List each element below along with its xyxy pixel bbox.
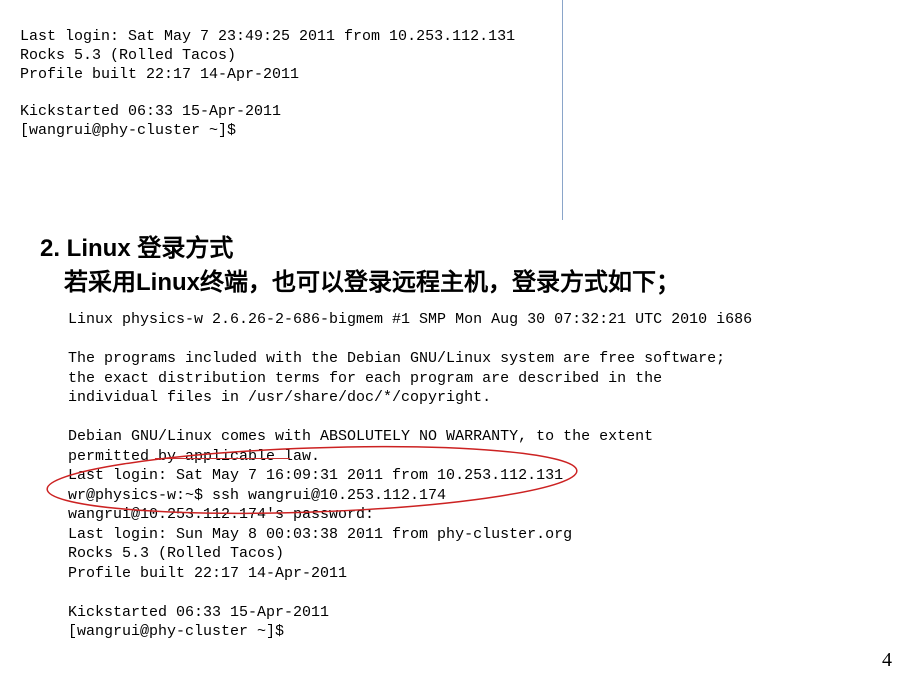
terminal-output-top: Last login: Sat May 7 23:49:25 2011 from… [20,28,515,141]
terminal-password-prompt: wangrui@10.253.112.174's password: [68,505,752,525]
terminal-line: Rocks 5.3 (Rolled Tacos) [68,544,752,564]
annotation-strike [155,458,290,459]
terminal-line: Debian GNU/Linux comes with ABSOLUTELY N… [68,427,752,447]
section-heading: 2. Linux 登录方式 [40,228,233,263]
terminal-ssh-command: wr@physics-w:~$ ssh wangrui@10.253.112.1… [68,486,752,506]
page-number: 4 [882,649,892,672]
terminal-line [20,84,515,103]
terminal-prompt: [wangrui@phy-cluster ~]$ [68,622,752,642]
terminal-line: Profile built 22:17 14-Apr-2011 [20,66,515,85]
terminal-line [68,330,752,350]
terminal-line: Kickstarted 06:33 15-Apr-2011 [68,603,752,623]
terminal-line: the exact distribution terms for each pr… [68,369,752,389]
terminal-line: Last login: Sat May 7 16:09:31 2011 from… [68,466,752,486]
terminal-line: The programs included with the Debian GN… [68,349,752,369]
terminal-line: permitted by applicable law. [68,447,752,467]
terminal-output-bottom: Linux physics-w 2.6.26-2-686-bigmem #1 S… [68,310,752,642]
terminal-line: Linux physics-w 2.6.26-2-686-bigmem #1 S… [68,310,752,330]
terminal-line: Last login: Sat May 7 23:49:25 2011 from… [20,28,515,47]
section-subheading: 若采用Linux终端，也可以登录远程主机，登录方式如下； [64,262,680,297]
terminal-line [68,408,752,428]
terminal-line: Profile built 22:17 14-Apr-2011 [68,564,752,584]
terminal-line: Kickstarted 06:33 15-Apr-2011 [20,103,515,122]
divider-line [562,0,563,220]
terminal-line: individual files in /usr/share/doc/*/cop… [68,388,752,408]
terminal-line: Rocks 5.3 (Rolled Tacos) [20,47,515,66]
terminal-line: Last login: Sun May 8 00:03:38 2011 from… [68,525,752,545]
terminal-line [68,583,752,603]
terminal-prompt: [wangrui@phy-cluster ~]$ [20,122,515,141]
